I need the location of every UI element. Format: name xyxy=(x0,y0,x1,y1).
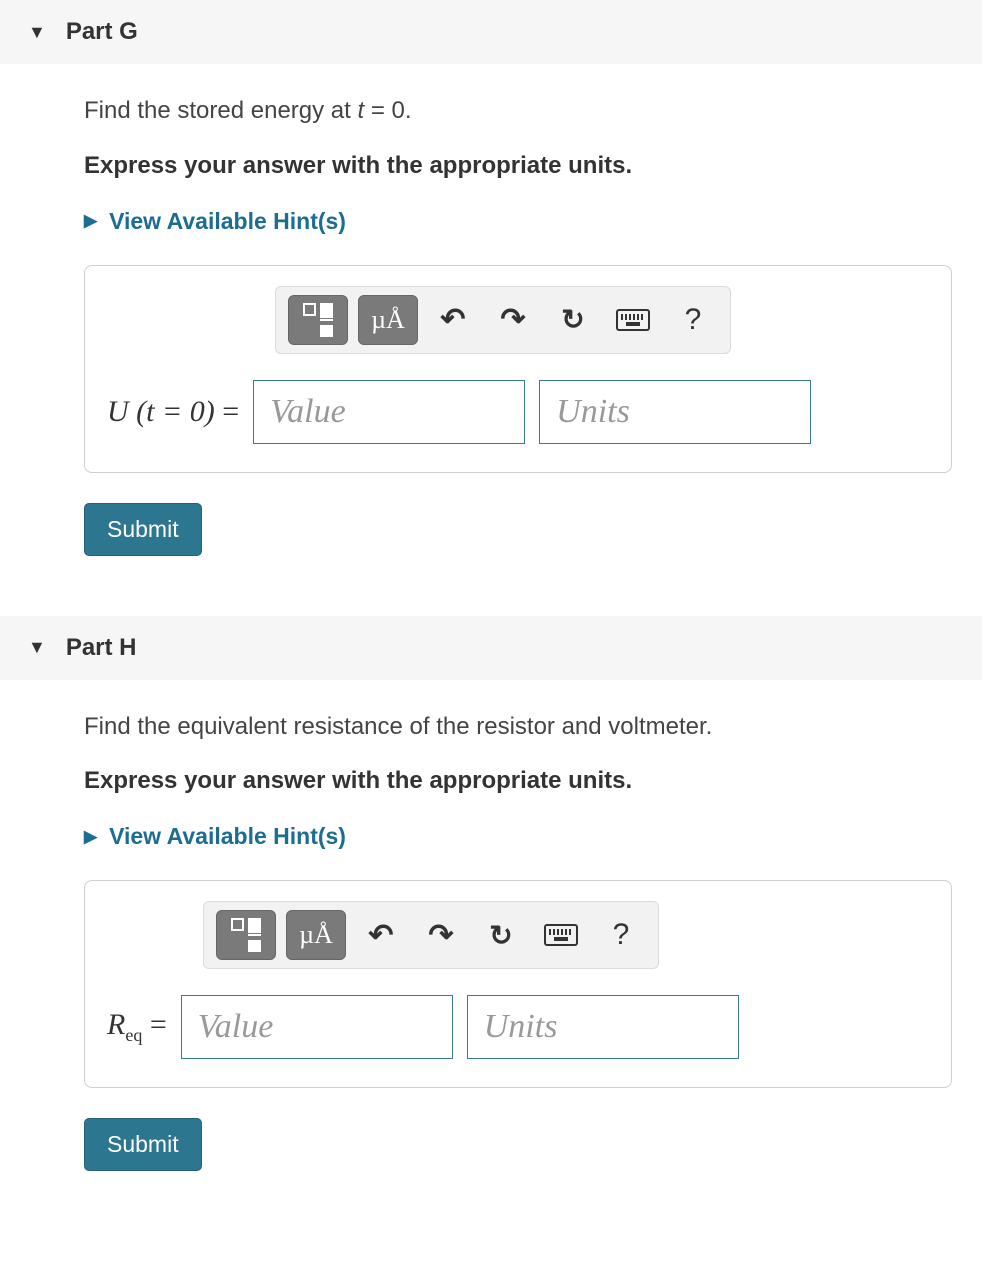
value-input[interactable]: Value xyxy=(181,995,453,1059)
fraction-icon xyxy=(231,918,261,952)
answer-label: U (t = 0) = xyxy=(107,395,239,429)
keyboard-icon xyxy=(544,924,578,946)
help-button[interactable]: ? xyxy=(596,910,646,960)
mu-angstrom-icon: µÅ xyxy=(371,305,405,335)
part-title: Part H xyxy=(66,634,137,662)
templates-button[interactable] xyxy=(288,295,348,345)
undo-button[interactable]: ↶ xyxy=(428,295,478,345)
mu-angstrom-icon: µÅ xyxy=(299,920,333,950)
hints-toggle[interactable]: ▶ View Available Hint(s) xyxy=(84,823,952,850)
part-header[interactable]: ▼ Part G xyxy=(0,0,982,64)
submit-button[interactable]: Submit xyxy=(84,1118,202,1171)
triangle-right-icon: ▶ xyxy=(84,211,97,231)
redo-button[interactable]: ↷ xyxy=(488,295,538,345)
answer-box: µÅ ↶ ↷ ↻ ? U (t = 0) = Value Units xyxy=(84,265,952,473)
equation-toolbar: µÅ ↶ ↷ ↻ ? xyxy=(275,286,731,354)
hints-label: View Available Hint(s) xyxy=(109,823,346,850)
caret-down-icon: ▼ xyxy=(28,22,46,43)
instruction-text: Express your answer with the appropriate… xyxy=(84,767,952,795)
part-header[interactable]: ▼ Part H xyxy=(0,616,982,680)
symbols-button[interactable]: µÅ xyxy=(286,910,346,960)
question-text: Find the equivalent resistance of the re… xyxy=(84,710,952,744)
answer-box: µÅ ↶ ↷ ↻ ? Req = Value Units xyxy=(84,880,952,1088)
part-section: ▼ Part G Find the stored energy at t = 0… xyxy=(0,0,982,586)
submit-button[interactable]: Submit xyxy=(84,503,202,556)
value-input[interactable]: Value xyxy=(253,380,525,444)
help-button[interactable]: ? xyxy=(668,295,718,345)
part-title: Part G xyxy=(66,18,138,46)
units-input[interactable]: Units xyxy=(539,380,811,444)
reset-button[interactable]: ↻ xyxy=(476,910,526,960)
redo-button[interactable]: ↷ xyxy=(416,910,466,960)
answer-label: Req = xyxy=(107,1008,167,1046)
keyboard-button[interactable] xyxy=(608,295,658,345)
undo-button[interactable]: ↶ xyxy=(356,910,406,960)
reset-button[interactable]: ↻ xyxy=(548,295,598,345)
triangle-right-icon: ▶ xyxy=(84,827,97,847)
hints-toggle[interactable]: ▶ View Available Hint(s) xyxy=(84,208,952,235)
fraction-icon xyxy=(303,303,333,337)
caret-down-icon: ▼ xyxy=(28,637,46,658)
keyboard-icon xyxy=(616,309,650,331)
units-input[interactable]: Units xyxy=(467,995,739,1059)
symbols-button[interactable]: µÅ xyxy=(358,295,418,345)
templates-button[interactable] xyxy=(216,910,276,960)
keyboard-button[interactable] xyxy=(536,910,586,960)
instruction-text: Express your answer with the appropriate… xyxy=(84,152,952,180)
hints-label: View Available Hint(s) xyxy=(109,208,346,235)
equation-toolbar: µÅ ↶ ↷ ↻ ? xyxy=(203,901,659,969)
question-text: Find the stored energy at t = 0. xyxy=(84,94,952,128)
part-section: ▼ Part H Find the equivalent resistance … xyxy=(0,616,982,1202)
